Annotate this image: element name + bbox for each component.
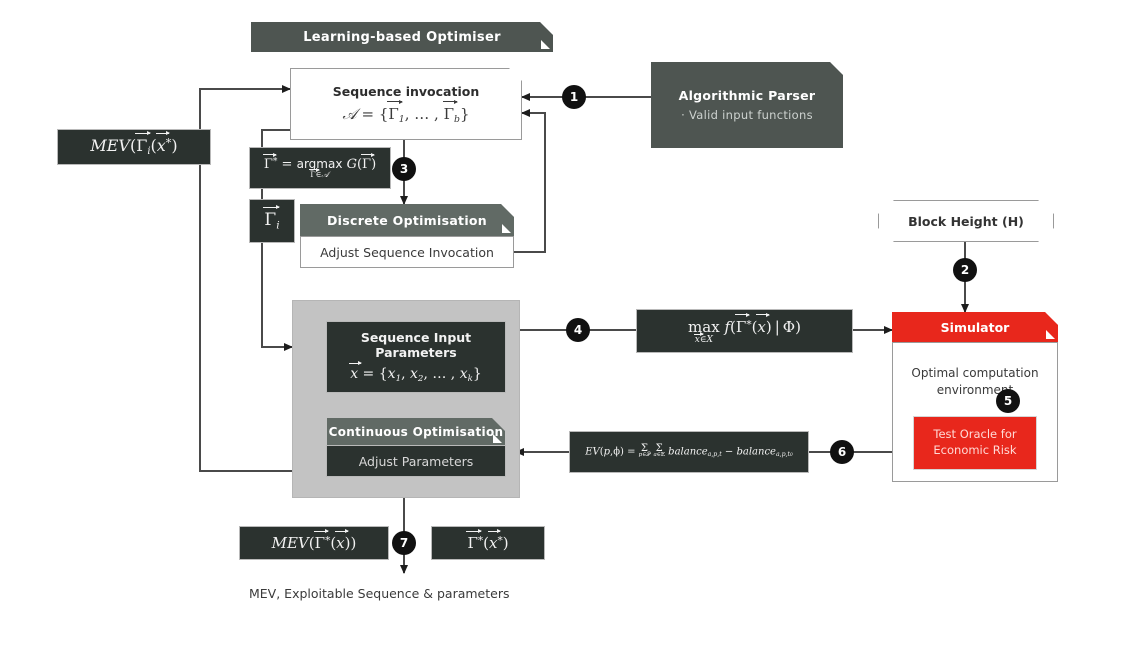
continuous-optimisation-header: Continuous Optimisation bbox=[327, 418, 505, 446]
step-4-label: 4 bbox=[573, 323, 583, 337]
step-badge-4: 4 bbox=[566, 318, 590, 342]
simulator-title: Simulator bbox=[940, 319, 1010, 335]
step-5-label: 5 bbox=[1003, 394, 1013, 408]
step-badge-1: 1 bbox=[562, 85, 586, 109]
test-oracle-label: Test Oracle for Economic Risk bbox=[933, 427, 1017, 457]
simulator-body: Optimal computation environment Test Ora… bbox=[892, 342, 1058, 482]
discrete-optimisation-body: Adjust Sequence Invocation bbox=[300, 236, 514, 268]
continuous-optimisation-body: Adjust Parameters bbox=[327, 446, 505, 476]
step-badge-3: 3 bbox=[392, 157, 416, 181]
continuous-optimisation-title: Continuous Optimisation bbox=[328, 425, 504, 439]
mev-gamma-i-formula: MEV(Γ i(x *) bbox=[90, 131, 178, 158]
sequence-input-parameters-title: Sequence Input Parameters bbox=[360, 330, 472, 361]
sequence-invocation-box: Sequence invocation 𝒜 = {Γ 1, … , Γb} bbox=[290, 68, 522, 140]
wire-group-to-sequence-feedback bbox=[199, 85, 292, 472]
discrete-optimisation-header: Discrete Optimisation bbox=[300, 204, 514, 236]
sequence-invocation-formula: 𝒜 = {Γ 1, … , Γb} bbox=[343, 105, 470, 125]
learning-based-optimiser-banner: Learning-based Optimiser bbox=[251, 22, 553, 52]
algorithmic-parser-bullet-text: Valid input functions bbox=[689, 107, 813, 122]
sequence-input-parameters-box: Sequence Input Parameters x = {x1, x2, …… bbox=[327, 322, 505, 392]
step-badge-2: 2 bbox=[953, 258, 977, 282]
mev-gamma-star-formula: MEV(Γ *(x)) bbox=[272, 529, 356, 552]
argmax-formula: Γ * = argmax Γ ∈𝒜 G(Γ) bbox=[262, 152, 376, 179]
block-height-label: Block Height (H) bbox=[908, 213, 1024, 229]
sequence-input-parameters-formula: x = {x1, x2, … , xk} bbox=[349, 361, 482, 384]
simulator-header: Simulator bbox=[892, 312, 1058, 342]
gamma-star-x-star-box: Γ *(x *) bbox=[432, 527, 544, 559]
step-3-label: 3 bbox=[399, 162, 409, 176]
gamma-i-tag-box: Γi bbox=[250, 200, 294, 242]
max-f-box: max x ∈X f(Γ *(x) | Φ) bbox=[637, 310, 852, 352]
gamma-star-x-star-formula: Γ *(x *) bbox=[466, 529, 509, 552]
output-caption-text: MEV, Exploitable Sequence & parameters bbox=[249, 586, 510, 601]
mev-gamma-i-box: MEV(Γ i(x *) bbox=[58, 130, 210, 164]
test-oracle-box: Test Oracle for Economic Risk bbox=[914, 416, 1036, 469]
block-height-node: Block Height (H) bbox=[878, 200, 1054, 242]
learning-based-optimiser-label: Learning-based Optimiser bbox=[303, 29, 501, 45]
step-2-label: 2 bbox=[960, 263, 970, 277]
gamma-i-formula: Γi bbox=[263, 204, 280, 232]
step-7-label: 7 bbox=[399, 536, 409, 550]
algorithmic-parser-bullet: · Valid input functions bbox=[681, 107, 813, 122]
ev-formula-box: EV(p,ϕ) = Σ p∈𝒫 Σ a∈𝔼 balancea,p,t − bal… bbox=[570, 432, 808, 472]
fold-corner-icon bbox=[541, 40, 550, 49]
fold-corner-icon bbox=[493, 434, 502, 443]
adjust-sequence-invocation-label: Adjust Sequence Invocation bbox=[320, 244, 494, 260]
fold-corner-icon bbox=[1046, 330, 1055, 339]
step-badge-5: 5 bbox=[996, 389, 1020, 413]
ev-formula: EV(p,ϕ) = Σ p∈𝒫 Σ a∈𝔼 balancea,p,t − bal… bbox=[585, 443, 793, 459]
step-badge-7: 7 bbox=[392, 531, 416, 555]
argmax-box: Γ * = argmax Γ ∈𝒜 G(Γ) bbox=[250, 148, 390, 188]
diagram-canvas: Learning-based Optimiser Sequence invoca… bbox=[0, 0, 1127, 648]
adjust-parameters-label: Adjust Parameters bbox=[358, 453, 474, 469]
simulator-body-text: Optimal computation environment bbox=[911, 366, 1039, 397]
step-1-label: 1 bbox=[569, 90, 579, 104]
step-6-label: 6 bbox=[837, 445, 847, 459]
step-badge-6: 6 bbox=[830, 440, 854, 464]
sequence-invocation-title: Sequence invocation bbox=[332, 83, 480, 99]
output-caption: MEV, Exploitable Sequence & parameters bbox=[249, 586, 510, 601]
discrete-optimisation-title: Discrete Optimisation bbox=[326, 212, 488, 228]
algorithmic-parser-title: Algorithmic Parser bbox=[678, 88, 816, 104]
mev-gamma-star-box: MEV(Γ *(x)) bbox=[240, 527, 388, 559]
algorithmic-parser-box: Algorithmic Parser · Valid input functio… bbox=[651, 62, 843, 148]
max-f-formula: max x ∈X f(Γ *(x) | Φ) bbox=[688, 312, 801, 345]
fold-corner-icon bbox=[502, 224, 511, 233]
